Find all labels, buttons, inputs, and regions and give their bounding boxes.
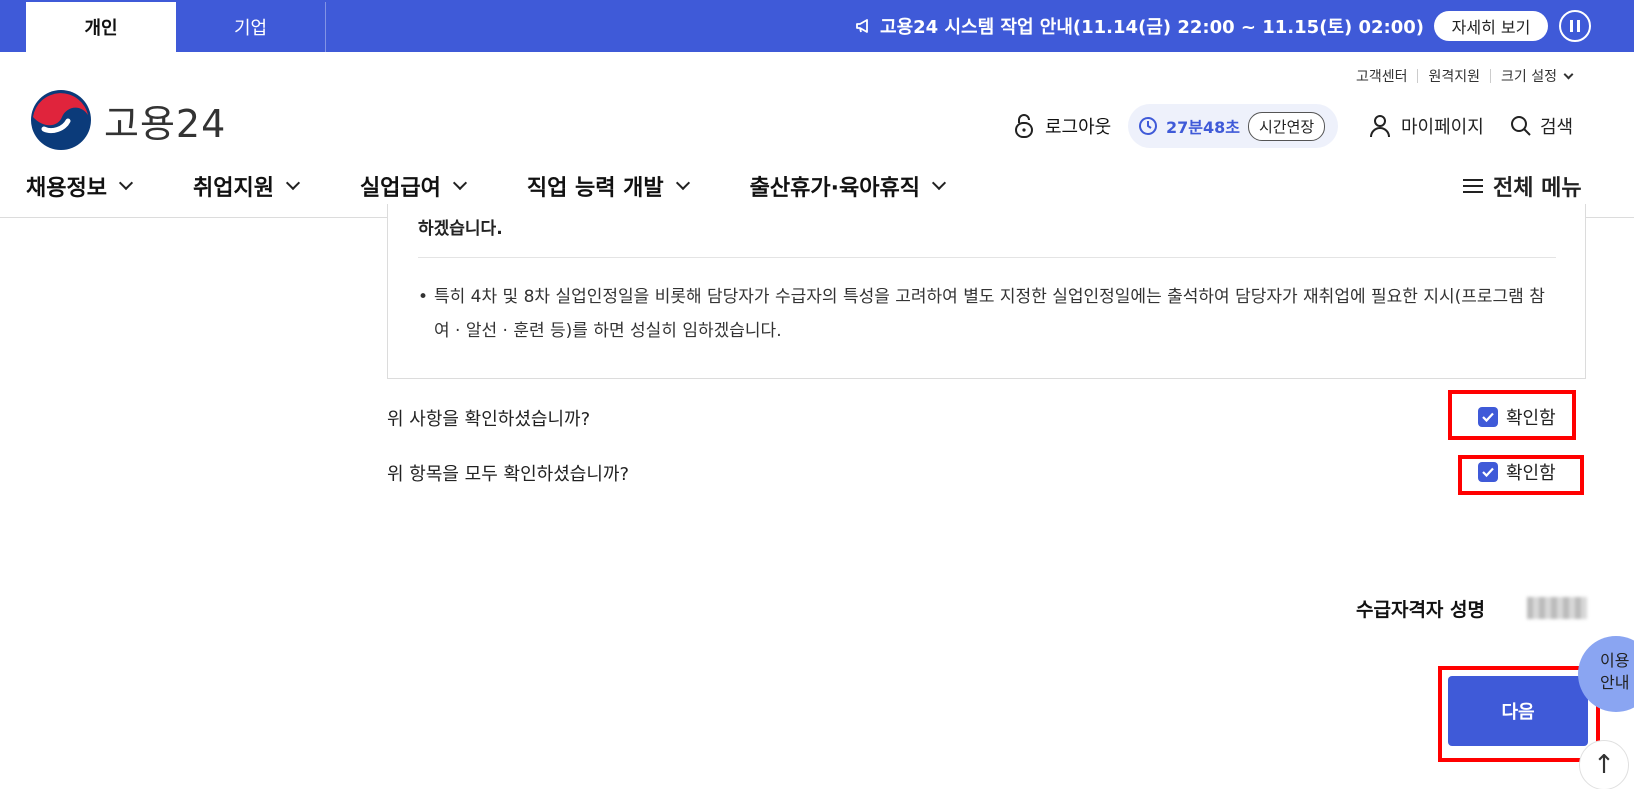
agreement-box: 하겠습니다. • 특히 4차 및 8차 실업인정일을 비롯해 담당자가 수급자의 … xyxy=(387,204,1586,379)
mypage-label: 마이페이지 xyxy=(1401,117,1484,138)
all-menu-label: 전체 메뉴 xyxy=(1493,176,1582,201)
arrow-up-icon: ↑ xyxy=(1593,750,1615,780)
tab-corporate[interactable]: 기업 xyxy=(176,2,326,52)
taegeuk-logo-icon xyxy=(31,90,91,150)
lock-icon xyxy=(1015,114,1033,138)
nav-unemployment-benefit[interactable]: 실업급여 xyxy=(359,170,467,202)
top-bar: 개인 기업 고용24 시스템 작업 안내(11.14(금) 22:00 ~ 11… xyxy=(0,0,1634,52)
search-button[interactable]: 검색 xyxy=(1510,106,1573,146)
notice-detail-button[interactable]: 자세히 보기 xyxy=(1434,11,1548,41)
guide-label-line1: 이용 xyxy=(1600,651,1630,670)
nav-label: 취업지원 xyxy=(192,176,274,201)
signature-label: 수급자격자 성명 xyxy=(1356,599,1485,621)
nav-job-info[interactable]: 채용정보 xyxy=(26,170,134,202)
highlight-box xyxy=(1448,390,1576,440)
nav-label: 채용정보 xyxy=(26,176,107,201)
chevron-down-icon xyxy=(118,175,134,191)
nav-label: 직업 능력 개발 xyxy=(526,176,664,201)
nav-employment-support[interactable]: 취업지원 xyxy=(192,170,301,202)
highlight-box xyxy=(1458,455,1584,495)
confirm-question-2: 위 항목을 모두 확인하셨습니까? xyxy=(387,464,629,485)
user-icon xyxy=(1370,115,1390,138)
nav-label: 출산휴가·육아휴직 xyxy=(749,176,920,201)
site-logo[interactable]: 고용24 xyxy=(30,89,226,151)
scroll-top-button[interactable]: ↑ xyxy=(1579,740,1629,789)
divider xyxy=(418,257,1556,258)
font-size-setting[interactable]: 크기 설정 xyxy=(1501,66,1557,86)
chevron-down-icon xyxy=(675,175,690,191)
agreement-bullet: • 특히 4차 및 8차 실업인정일을 비롯해 담당자가 수급자의 특성을 고려하… xyxy=(418,287,1545,341)
agreement-text-tail: 하겠습니다. xyxy=(418,219,503,239)
nav-label: 실업급여 xyxy=(359,176,441,201)
hamburger-icon xyxy=(1463,175,1483,197)
highlight-box xyxy=(1438,666,1600,762)
customer-center-link[interactable]: 고객센터 xyxy=(1356,66,1408,86)
search-label: 검색 xyxy=(1540,117,1574,138)
mypage-link[interactable]: 마이페이지 xyxy=(1369,106,1484,146)
system-notice[interactable]: 고용24 시스템 작업 안내(11.14(금) 22:00 ~ 11.15(토)… xyxy=(854,0,1424,52)
all-menu-button[interactable]: 전체 메뉴 xyxy=(1463,166,1582,206)
main-nav: 채용정보 취업지원 실업급여 직업 능력 개발 출산휴가·육아휴직 xyxy=(26,166,1006,206)
logout-label: 로그아웃 xyxy=(1045,117,1112,138)
chevron-down-icon xyxy=(452,175,467,191)
guide-label-line2: 안내 xyxy=(1600,673,1630,692)
search-icon xyxy=(1511,116,1531,136)
extend-session-button[interactable]: 시간연장 xyxy=(1247,111,1326,141)
clock-icon xyxy=(1139,117,1157,135)
nav-skill-development[interactable]: 직업 능력 개발 xyxy=(526,170,690,202)
session-timer: 27분48초 시간연장 xyxy=(1128,104,1338,148)
bullet-text: 특히 4차 및 8차 실업인정일을 비롯해 담당자가 수급자의 특성을 고려하여… xyxy=(434,287,1545,341)
chevron-down-icon xyxy=(1563,69,1574,79)
confirm-question-1: 위 사항을 확인하셨습니까? xyxy=(387,409,591,430)
nav-maternity-leave[interactable]: 출산휴가·육아휴직 xyxy=(749,170,947,202)
pause-icon[interactable] xyxy=(1559,10,1591,42)
utility-links: 고객센터 원격지원 크기 설정 xyxy=(1356,66,1574,86)
logout-button[interactable]: 로그아웃 xyxy=(1013,106,1111,146)
signature-name-blurred xyxy=(1527,597,1587,619)
logo-text: 고용24 xyxy=(104,101,227,146)
megaphone-icon xyxy=(856,19,868,33)
notice-text: 고용24 시스템 작업 안내(11.14(금) 22:00 ~ 11.15(토)… xyxy=(880,17,1424,38)
chevron-down-icon xyxy=(931,175,947,191)
chevron-down-icon xyxy=(285,175,301,191)
tab-personal[interactable]: 개인 xyxy=(26,2,176,52)
remote-support-link[interactable]: 원격지원 xyxy=(1428,66,1480,86)
session-time: 27분48초 xyxy=(1166,118,1240,137)
